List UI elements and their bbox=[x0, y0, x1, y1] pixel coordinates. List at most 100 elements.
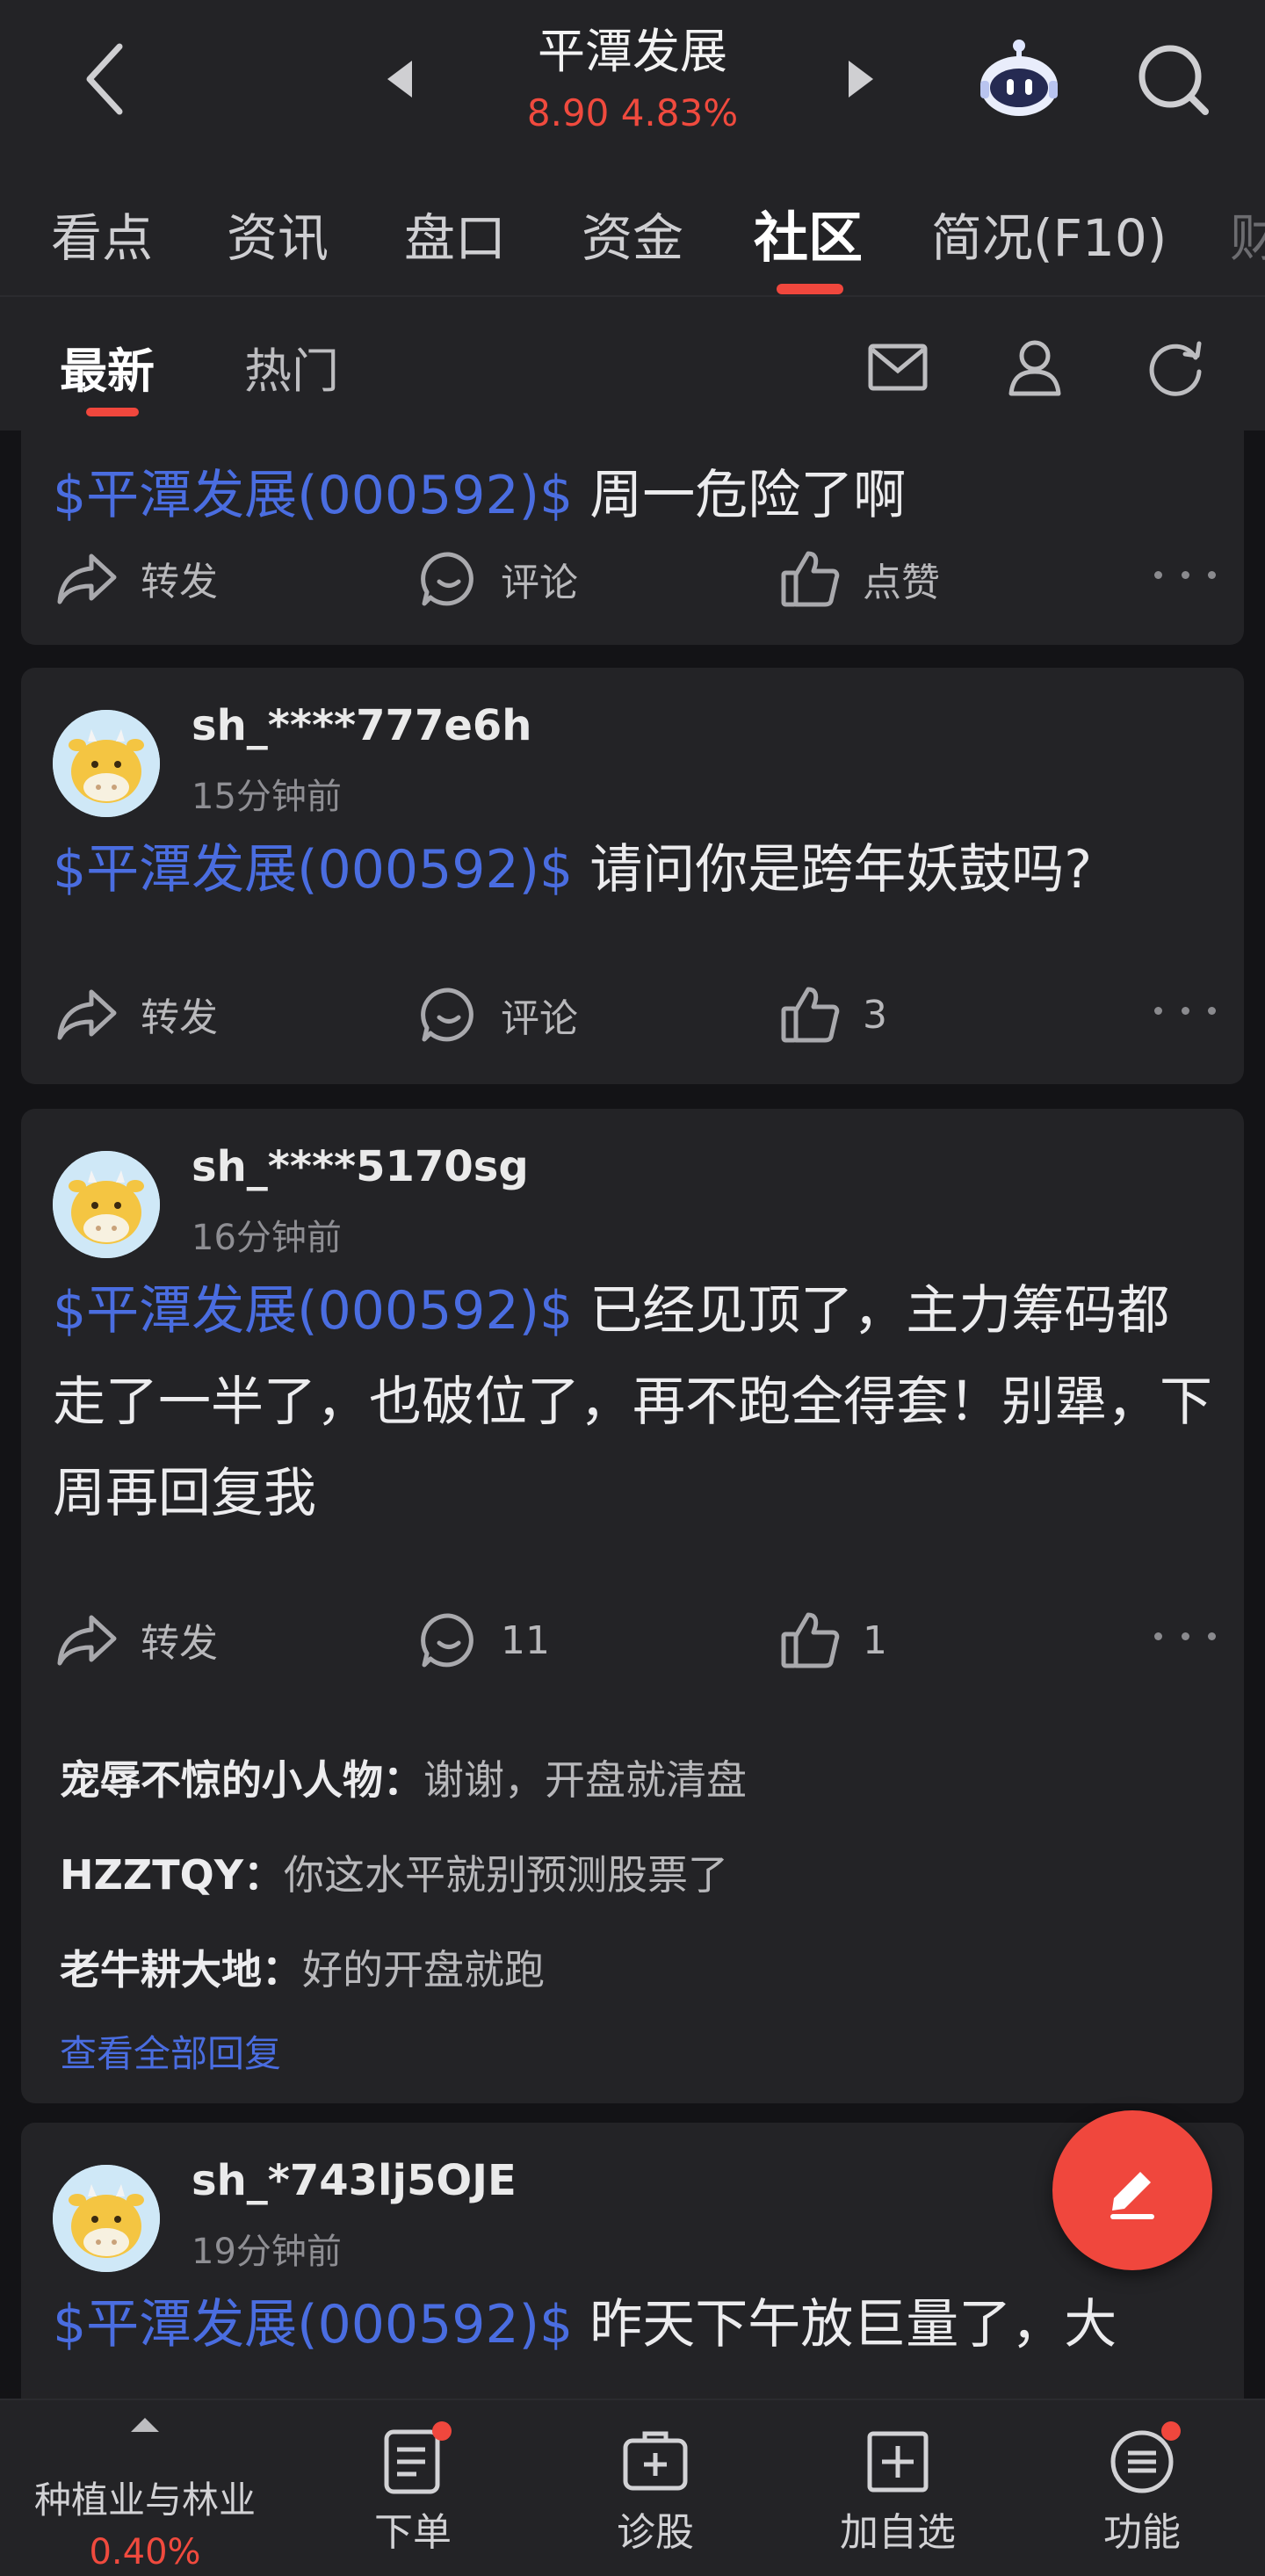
subtab-latest[interactable]: 最新 bbox=[60, 332, 155, 402]
avatar[interactable] bbox=[53, 2165, 160, 2272]
post-time: 19分钟前 bbox=[192, 2232, 342, 2272]
prev-stock-button[interactable] bbox=[369, 44, 430, 114]
username[interactable]: sh_****777e6h bbox=[192, 701, 531, 750]
tab-capital[interactable]: 资金 bbox=[582, 197, 683, 271]
sector-name: 种植业与林业 bbox=[33, 2478, 256, 2522]
notification-badge bbox=[432, 2421, 452, 2441]
active-tab-indicator bbox=[777, 284, 843, 294]
tab-community[interactable]: 社区 bbox=[754, 193, 863, 272]
forward-button[interactable]: 转发 bbox=[56, 986, 218, 1042]
tab-finance[interactable]: 财 bbox=[1230, 197, 1265, 271]
compose-post-button[interactable] bbox=[1052, 2110, 1212, 2270]
my-profile-button[interactable] bbox=[1000, 332, 1070, 402]
forward-icon bbox=[57, 1615, 117, 1666]
reply-item[interactable]: 宠辱不惊的小人物：谢谢，开盘就清盘 bbox=[60, 1748, 747, 1806]
post-content: $平潭发展(000592)$ 周一危险了啊 bbox=[53, 465, 907, 526]
more-dot bbox=[1181, 570, 1189, 579]
add-watchlist-icon bbox=[863, 2427, 933, 2497]
avatar[interactable] bbox=[53, 710, 160, 817]
robot-assistant-button[interactable] bbox=[966, 30, 1072, 127]
tab-highlights[interactable]: 看点 bbox=[51, 197, 153, 271]
reply-item[interactable]: 老牛耕大地：好的开盘就跑 bbox=[60, 1938, 545, 1996]
comment-button[interactable]: 11 bbox=[420, 1611, 550, 1669]
community-feed[interactable]: $平潭发展(000592)$ 周一危险了啊 转发 评论 点赞 sh_****77… bbox=[0, 431, 1265, 2399]
stock-tag-link[interactable]: $平潭发展(000592)$ bbox=[53, 2294, 573, 2355]
comment-icon bbox=[421, 988, 473, 1042]
reply-item[interactable]: HZZTQY：你这水平就别预测股票了 bbox=[60, 1843, 728, 1901]
more-dot bbox=[1154, 570, 1162, 579]
back-icon bbox=[86, 43, 123, 115]
prev-arrow-icon bbox=[387, 61, 412, 98]
view-all-replies-link[interactable]: 查看全部回复 bbox=[60, 2024, 281, 2078]
like-button[interactable]: 1 bbox=[780, 1611, 887, 1669]
subtab-hot[interactable]: 热门 bbox=[244, 332, 339, 402]
back-button[interactable] bbox=[61, 35, 149, 123]
search-icon bbox=[1138, 45, 1209, 115]
forward-button[interactable]: 转发 bbox=[56, 550, 218, 606]
forward-icon bbox=[57, 989, 117, 1040]
top-header: 平潭发展 8.90 4.83% bbox=[0, 0, 1265, 158]
post-time: 16分钟前 bbox=[192, 1218, 342, 1258]
diagnose-icon bbox=[620, 2427, 690, 2497]
bottom-action-bar: 种植业与林业 0.40% 下单 诊股 加自选 功能 bbox=[0, 2399, 1265, 2576]
search-button[interactable] bbox=[1124, 35, 1221, 123]
comment-icon bbox=[421, 552, 473, 606]
reply-text: 好的开盘就跑 bbox=[302, 1946, 545, 1994]
like-button[interactable]: 点赞 bbox=[780, 550, 940, 608]
user-icon bbox=[1008, 340, 1061, 396]
more-dot bbox=[1208, 570, 1216, 579]
thumbs-up-icon bbox=[781, 987, 840, 1043]
post-card[interactable]: sh_****5170sg 16分钟前 $平潭发展(000592)$ 已经见顶了… bbox=[21, 1109, 1244, 2103]
active-subtab-indicator bbox=[86, 408, 139, 416]
more-options-button[interactable] bbox=[1154, 1618, 1216, 1653]
more-dot bbox=[1154, 1006, 1162, 1015]
avatar[interactable] bbox=[53, 1151, 160, 1258]
diagnose-stock-button[interactable]: 诊股 bbox=[585, 2400, 726, 2576]
post-card[interactable]: sh_****777e6h 15分钟前 $平潭发展(000592)$ 请问你是跨… bbox=[21, 668, 1244, 1084]
order-icon bbox=[378, 2421, 452, 2497]
tab-news[interactable]: 资讯 bbox=[227, 197, 329, 271]
post-time: 15分钟前 bbox=[192, 777, 342, 817]
more-options-button[interactable] bbox=[1154, 993, 1216, 1028]
add-watchlist-button[interactable]: 加自选 bbox=[828, 2400, 968, 2576]
next-arrow-icon bbox=[849, 61, 873, 98]
more-options-button[interactable] bbox=[1154, 557, 1216, 592]
expand-up-icon bbox=[131, 2418, 159, 2432]
next-stock-button[interactable] bbox=[830, 44, 892, 114]
cow-avatar-icon bbox=[53, 710, 160, 817]
reply-author[interactable]: HZZTQY： bbox=[60, 1851, 284, 1899]
tab-profile-f10[interactable]: 简况(F10) bbox=[931, 197, 1167, 271]
reply-text: 你这水平就别预测股票了 bbox=[284, 1851, 728, 1899]
post-card[interactable]: $平潭发展(000592)$ 周一危险了啊 转发 评论 点赞 bbox=[21, 431, 1244, 645]
robot-assistant-icon bbox=[980, 40, 1058, 116]
more-dot bbox=[1208, 1632, 1216, 1640]
mail-icon bbox=[868, 344, 928, 391]
notification-badge bbox=[1161, 2421, 1181, 2441]
thumbs-up-icon bbox=[781, 551, 840, 607]
order-button[interactable]: 下单 bbox=[343, 2400, 483, 2576]
more-dot bbox=[1181, 1632, 1189, 1640]
like-button[interactable]: 3 bbox=[780, 986, 887, 1044]
reply-author[interactable]: 老牛耕大地： bbox=[60, 1946, 302, 1994]
thumbs-up-icon bbox=[781, 1612, 840, 1668]
refresh-button[interactable] bbox=[1140, 332, 1211, 402]
more-dot bbox=[1208, 1006, 1216, 1015]
stock-tag-link[interactable]: $平潭发展(000592)$ bbox=[53, 1280, 573, 1342]
community-subtabs: 最新 热门 bbox=[0, 297, 1265, 431]
username[interactable]: sh_*743lj5OJE bbox=[192, 2156, 517, 2205]
reply-author[interactable]: 宠辱不惊的小人物： bbox=[60, 1756, 423, 1804]
cow-avatar-icon bbox=[53, 1151, 160, 1258]
comment-button[interactable]: 评论 bbox=[420, 550, 578, 608]
functions-menu-button[interactable]: 功能 bbox=[1072, 2400, 1212, 2576]
tab-order-book[interactable]: 盘口 bbox=[404, 197, 506, 271]
refresh-icon bbox=[1149, 341, 1202, 396]
post-content: $平潭发展(000592)$ 昨天下午放巨量了，大 bbox=[53, 2294, 1117, 2355]
messages-button[interactable] bbox=[863, 332, 933, 402]
stock-tag-link[interactable]: $平潭发展(000592)$ bbox=[53, 839, 573, 901]
stock-tag-link[interactable]: $平潭发展(000592)$ bbox=[53, 465, 573, 526]
comment-button[interactable]: 评论 bbox=[420, 986, 578, 1044]
username[interactable]: sh_****5170sg bbox=[192, 1142, 529, 1191]
stock-price-change: 8.90 4.83% bbox=[526, 91, 739, 134]
sector-indicator[interactable]: 种植业与林业 0.40% bbox=[0, 2400, 290, 2576]
forward-button[interactable]: 转发 bbox=[56, 1611, 218, 1668]
